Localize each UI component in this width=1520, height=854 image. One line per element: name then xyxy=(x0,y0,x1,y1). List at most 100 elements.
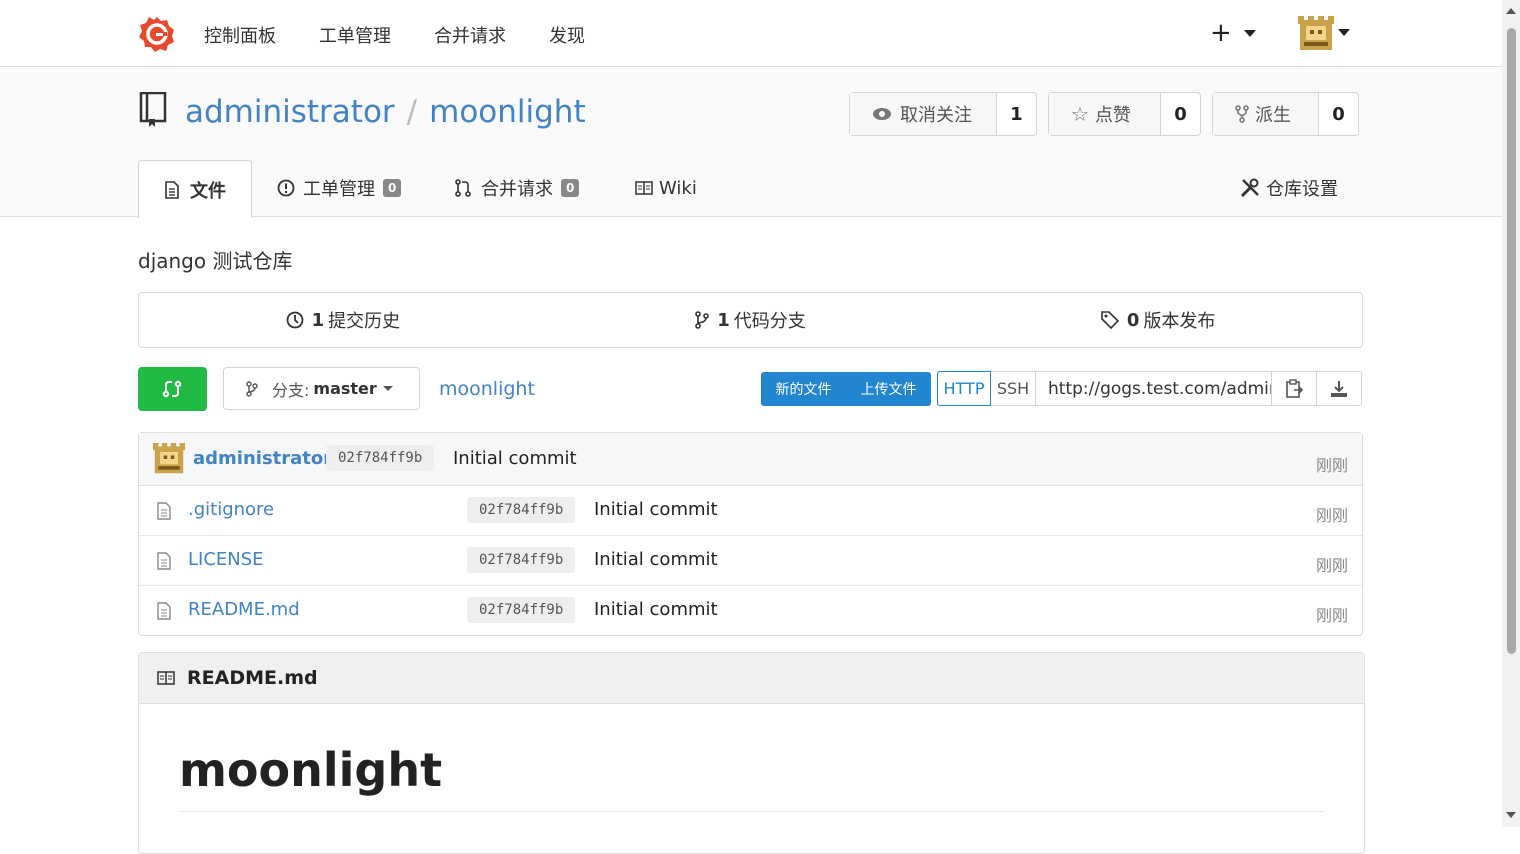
tab-issues-label: 工单管理 xyxy=(303,179,375,200)
repo-stats-bar: 1 提交历史 1 代码分支 0 版本发布 xyxy=(138,292,1363,348)
latest-commit-row: administrator 02f784ff9b Initial commit … xyxy=(139,433,1362,486)
breadcrumb-root[interactable]: moonlight xyxy=(439,378,535,400)
page-scrollbar[interactable] xyxy=(1502,0,1520,827)
file-name-link[interactable]: LICENSE xyxy=(188,549,264,570)
file-name-link[interactable]: README.md xyxy=(188,599,300,620)
file-commit-sha[interactable]: 02f784ff9b xyxy=(467,597,576,623)
branches-stat[interactable]: 1 代码分支 xyxy=(547,293,955,347)
create-new-plus-icon[interactable]: + xyxy=(1210,18,1232,48)
star-label: 点赞 xyxy=(1094,105,1131,126)
scroll-down-arrow-icon[interactable] xyxy=(1506,812,1516,818)
issues-count-badge: 0 xyxy=(383,179,402,197)
upload-file-button[interactable]: 上传文件 xyxy=(861,379,917,399)
commit-author-link[interactable]: administrator xyxy=(193,448,332,469)
fork-label: 派生 xyxy=(1255,105,1291,126)
repo-book-icon xyxy=(139,92,167,127)
nav-issues[interactable]: 工单管理 xyxy=(319,22,391,48)
branch-dropdown[interactable]: 分支: master xyxy=(223,367,420,410)
branches-label: 代码分支 xyxy=(733,311,806,332)
commits-stat[interactable]: 1 提交历史 xyxy=(139,293,547,347)
create-dropdown-caret-icon[interactable] xyxy=(1244,30,1256,37)
copy-url-button[interactable] xyxy=(1272,372,1317,405)
author-avatar[interactable] xyxy=(153,443,185,475)
gogs-logo-icon[interactable] xyxy=(139,16,175,52)
file-commit-message[interactable]: Initial commit xyxy=(594,499,718,520)
star-icon: ☆ xyxy=(1071,102,1089,126)
top-navbar: 控制面板 工单管理 合并请求 发现 + xyxy=(0,0,1502,67)
watch-count[interactable]: 1 xyxy=(997,93,1036,135)
compare-pull-button[interactable] xyxy=(138,367,207,411)
tab-files[interactable]: 文件 xyxy=(138,160,252,218)
clipboard-icon xyxy=(1286,378,1303,398)
unwatch-label: 取消关注 xyxy=(900,105,972,126)
nav-dashboard[interactable]: 控制面板 xyxy=(204,22,276,48)
releases-label: 版本发布 xyxy=(1143,311,1216,332)
branch-prefix: 分支: xyxy=(272,380,310,400)
download-button[interactable] xyxy=(1317,372,1361,405)
tab-files-label: 文件 xyxy=(190,180,226,202)
git-pull-request-icon xyxy=(455,179,471,197)
nav-explore[interactable]: 发现 xyxy=(549,22,585,48)
pulls-count-badge: 0 xyxy=(561,179,580,197)
file-table: administrator 02f784ff9b Initial commit … xyxy=(138,432,1363,636)
tab-pulls[interactable]: 合并请求 0 xyxy=(455,160,580,216)
watch-button-group: 取消关注 1 xyxy=(849,92,1037,136)
tab-settings[interactable]: 仓库设置 xyxy=(1240,160,1338,216)
commit-sha-button[interactable]: 02f784ff9b xyxy=(326,445,435,471)
releases-stat[interactable]: 0 版本发布 xyxy=(954,293,1362,347)
new-file-button[interactable]: 新的文件 xyxy=(776,379,832,399)
branch-caret-icon xyxy=(382,386,393,391)
file-name-link[interactable]: .gitignore xyxy=(188,499,274,520)
unwatch-button[interactable]: 取消关注 xyxy=(850,93,997,135)
fork-count[interactable]: 0 xyxy=(1319,93,1358,135)
file-commit-message[interactable]: Initial commit xyxy=(594,599,718,620)
file-commit-time: 刚刚 xyxy=(1315,556,1348,575)
git-branch-icon xyxy=(246,380,258,397)
file-commit-time: 刚刚 xyxy=(1315,506,1348,525)
download-icon xyxy=(1331,380,1347,397)
readme-divider xyxy=(179,811,1324,812)
file-icon xyxy=(157,502,171,520)
tab-settings-label: 仓库设置 xyxy=(1266,179,1338,200)
fork-button[interactable]: 派生 xyxy=(1213,93,1320,135)
readme-heading: moonlight xyxy=(179,743,443,797)
readme-filename: README.md xyxy=(187,667,318,689)
git-compare-icon xyxy=(162,380,182,398)
user-avatar[interactable] xyxy=(1298,16,1334,52)
nav-pulls[interactable]: 合并请求 xyxy=(434,22,506,48)
branch-name: master xyxy=(313,379,377,398)
tab-wiki[interactable]: Wiki xyxy=(635,160,697,216)
scrollbar-thumb[interactable] xyxy=(1507,28,1516,654)
file-row: LICENSE 02f784ff9b Initial commit 刚刚 xyxy=(139,536,1362,586)
commit-message: Initial commit xyxy=(453,448,577,469)
star-button[interactable]: ☆ 点赞 xyxy=(1049,93,1162,135)
clone-url-box: HTTP SSH http://gogs.test.com/administra… xyxy=(937,371,1362,406)
eye-icon xyxy=(873,108,891,120)
repo-title-separator: / xyxy=(406,94,418,130)
commits-label: 提交历史 xyxy=(328,311,401,332)
star-button-group: ☆ 点赞 0 xyxy=(1048,92,1201,136)
book-icon xyxy=(635,181,653,195)
ssh-protocol-button[interactable]: SSH xyxy=(991,372,1036,405)
user-menu-caret-icon[interactable] xyxy=(1338,29,1350,36)
repo-name-link[interactable]: moonlight xyxy=(429,94,585,130)
fork-button-group: 派生 0 xyxy=(1212,92,1359,136)
repo-owner-link[interactable]: administrator xyxy=(185,94,395,130)
repo-description: django 测试仓库 xyxy=(138,249,293,273)
repo-title: administrator / moonlight xyxy=(185,94,586,130)
tab-issues[interactable]: 工单管理 0 xyxy=(277,160,402,216)
http-protocol-button[interactable]: HTTP xyxy=(937,371,991,406)
file-commit-message[interactable]: Initial commit xyxy=(594,549,718,570)
file-icon xyxy=(157,602,171,620)
tag-icon xyxy=(1101,311,1119,329)
file-commit-sha[interactable]: 02f784ff9b xyxy=(467,547,576,573)
file-row: .gitignore 02f784ff9b Initial commit 刚刚 xyxy=(139,486,1362,536)
tab-wiki-label: Wiki xyxy=(659,177,697,199)
commits-count: 1 xyxy=(311,309,325,331)
star-count[interactable]: 0 xyxy=(1161,93,1200,135)
scroll-up-arrow-icon[interactable] xyxy=(1506,8,1516,14)
clone-url-input[interactable]: http://gogs.test.com/administrator/moonl… xyxy=(1036,372,1272,405)
file-text-icon xyxy=(165,180,179,199)
fork-icon xyxy=(1235,105,1249,123)
file-commit-sha[interactable]: 02f784ff9b xyxy=(467,497,576,523)
